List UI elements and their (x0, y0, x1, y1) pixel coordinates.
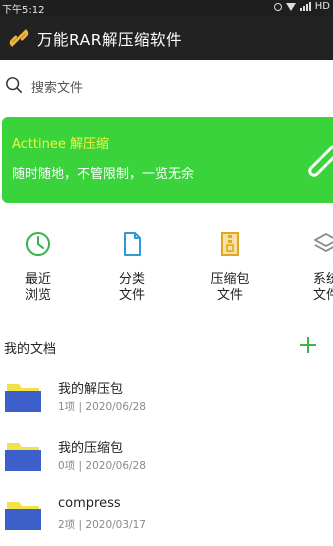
link-icon (9, 29, 29, 47)
category-label-line1: 最近 (24, 272, 51, 287)
category-label-line2: 浏览 (24, 288, 51, 303)
status-time: 下午5:12 (2, 5, 45, 16)
documents-header: 我的文档 (0, 330, 333, 360)
signal-icon (299, 2, 311, 11)
folder-icon (5, 502, 41, 530)
list-item[interactable]: 我的解压包 1项 | 2020/06/28 (0, 374, 333, 432)
plus-icon[interactable] (298, 335, 318, 355)
status-icons: HD (273, 1, 330, 12)
search-icon (6, 77, 23, 94)
broken-link-icon (308, 145, 333, 177)
app-title: 万能RAR解压缩软件 (37, 31, 183, 49)
category-classify[interactable]: 分类 文件 (102, 230, 162, 304)
folder-icon (5, 384, 41, 412)
category-label-line1: 压缩包 (210, 272, 250, 287)
item-name: 我的解压包 (58, 382, 124, 397)
list-item[interactable]: 我的压缩包 0项 | 2020/06/28 (0, 433, 333, 491)
category-label-line2: 文件 (118, 288, 145, 303)
category-label-line2: 文件 (312, 288, 333, 303)
item-meta: 1项 | 2020/06/28 (58, 401, 146, 413)
layers-icon (314, 233, 333, 252)
category-label-line1: 分类 (118, 272, 145, 287)
app-bar: 万能RAR解压缩软件 (0, 16, 333, 60)
document-icon (124, 232, 141, 256)
category-label-line1: 系统 (312, 272, 333, 287)
category-archives[interactable]: 压缩包 文件 (200, 230, 260, 304)
folder-icon (5, 443, 41, 471)
network-type-label: HD (314, 1, 330, 12)
banner-subtitle: 随时随地，不管限制，一览无余 (12, 167, 195, 182)
alarm-icon (273, 2, 282, 11)
section-title: 我的文档 (4, 342, 57, 357)
promo-banner[interactable]: Acttinee 解压缩 随时随地，不管限制，一览无余 (2, 117, 333, 203)
search-bar[interactable]: 搜索文件 (0, 60, 333, 110)
status-bar: 下午5:12 HD (0, 0, 333, 16)
item-meta: 0项 | 2020/06/28 (58, 460, 146, 472)
category-recent[interactable]: 最近 浏览 (8, 230, 68, 304)
category-label-line2: 文件 (216, 288, 243, 303)
category-system[interactable]: 系统 文件 (296, 230, 333, 304)
list-item[interactable]: compress 2项 | 2020/03/17 (0, 492, 333, 546)
clock-icon (26, 232, 50, 256)
category-row: 最近 浏览 分类 文件 压缩包 文件 系统 文件 (0, 230, 333, 320)
banner-title: Acttinee 解压缩 (12, 137, 109, 152)
item-name: 我的压缩包 (58, 441, 124, 456)
item-meta: 2项 | 2020/03/17 (58, 519, 146, 531)
archive-icon (221, 232, 239, 256)
item-name: compress (58, 496, 121, 511)
wifi-icon (285, 2, 296, 11)
search-input[interactable]: 搜索文件 (31, 77, 83, 96)
